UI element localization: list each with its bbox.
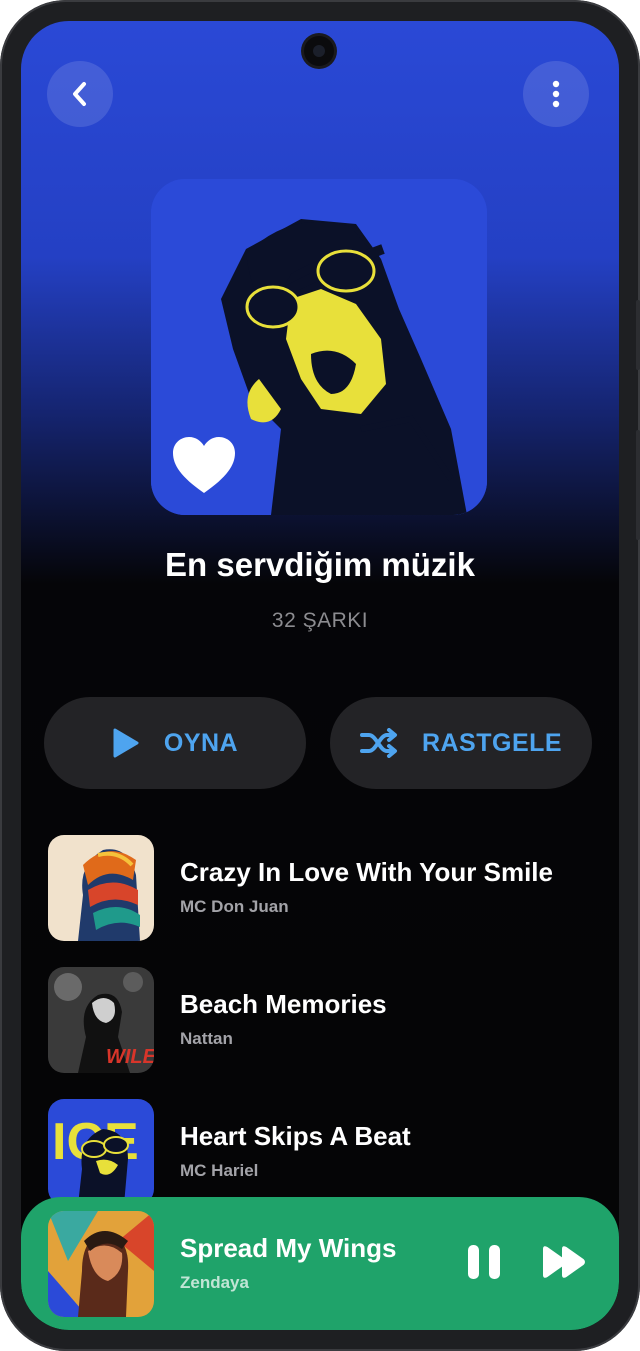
now-playing-artist: Zendaya — [180, 1273, 249, 1292]
song-artwork: ICE — [48, 1099, 154, 1205]
playlist-cover — [151, 179, 487, 515]
now-playing-artwork — [48, 1211, 154, 1317]
song-title: Crazy In Love With Your Smile — [180, 857, 553, 887]
volume-key — [636, 300, 640, 370]
song-artwork-image: WILE — [48, 967, 154, 1073]
fast-forward-icon[interactable] — [541, 1245, 587, 1279]
art-lettering: WILE — [106, 1046, 154, 1068]
back-button[interactable] — [47, 61, 113, 127]
play-button[interactable]: OYNA — [44, 697, 306, 789]
now-playing-bar[interactable]: Spread My Wings Zendaya — [21, 1197, 619, 1330]
front-camera — [304, 36, 334, 66]
play-label: OYNA — [163, 728, 239, 757]
song-title: Heart Skips A Beat — [180, 1121, 411, 1151]
song-artwork: WILE — [48, 967, 154, 1073]
song-artist: MC Hariel — [180, 1161, 259, 1180]
chevron-left-icon — [73, 82, 86, 106]
now-playing-title: Spread My Wings — [180, 1233, 397, 1263]
shuffle-icon — [359, 728, 397, 758]
app-screen: En servdiğim müzik 32 ŞARKI OYNA RASTGEL… — [21, 21, 619, 1330]
song-row[interactable]: ICE Heart Skips A Beat MC Hariel — [48, 1099, 588, 1205]
song-artwork-image: ICE — [48, 1099, 154, 1205]
phone-frame: En servdiğim müzik 32 ŞARKI OYNA RASTGEL… — [0, 0, 640, 1351]
play-icon — [113, 728, 139, 758]
song-row[interactable]: WILE Beach Memories Nattan — [48, 967, 588, 1073]
shuffle-label: RASTGELE — [421, 728, 563, 757]
song-artwork — [48, 835, 154, 941]
side-key — [636, 430, 640, 540]
song-artist: MC Don Juan — [180, 897, 289, 916]
liked-heart-icon — [173, 437, 235, 493]
playlist-title: En servdiğim müzik — [165, 546, 475, 583]
song-title: Beach Memories — [180, 989, 387, 1019]
song-count: 32 ŞARKI — [271, 609, 369, 632]
pause-icon[interactable] — [465, 1243, 503, 1281]
vertical-dots-icon — [552, 80, 560, 108]
now-playing-artwork-image — [48, 1211, 154, 1317]
more-options-button[interactable] — [523, 61, 589, 127]
shuffle-button[interactable]: RASTGELE — [330, 697, 592, 789]
song-row[interactable]: Crazy In Love With Your Smile MC Don Jua… — [48, 835, 588, 941]
song-artist: Nattan — [180, 1029, 233, 1048]
song-artwork-image — [48, 835, 154, 941]
